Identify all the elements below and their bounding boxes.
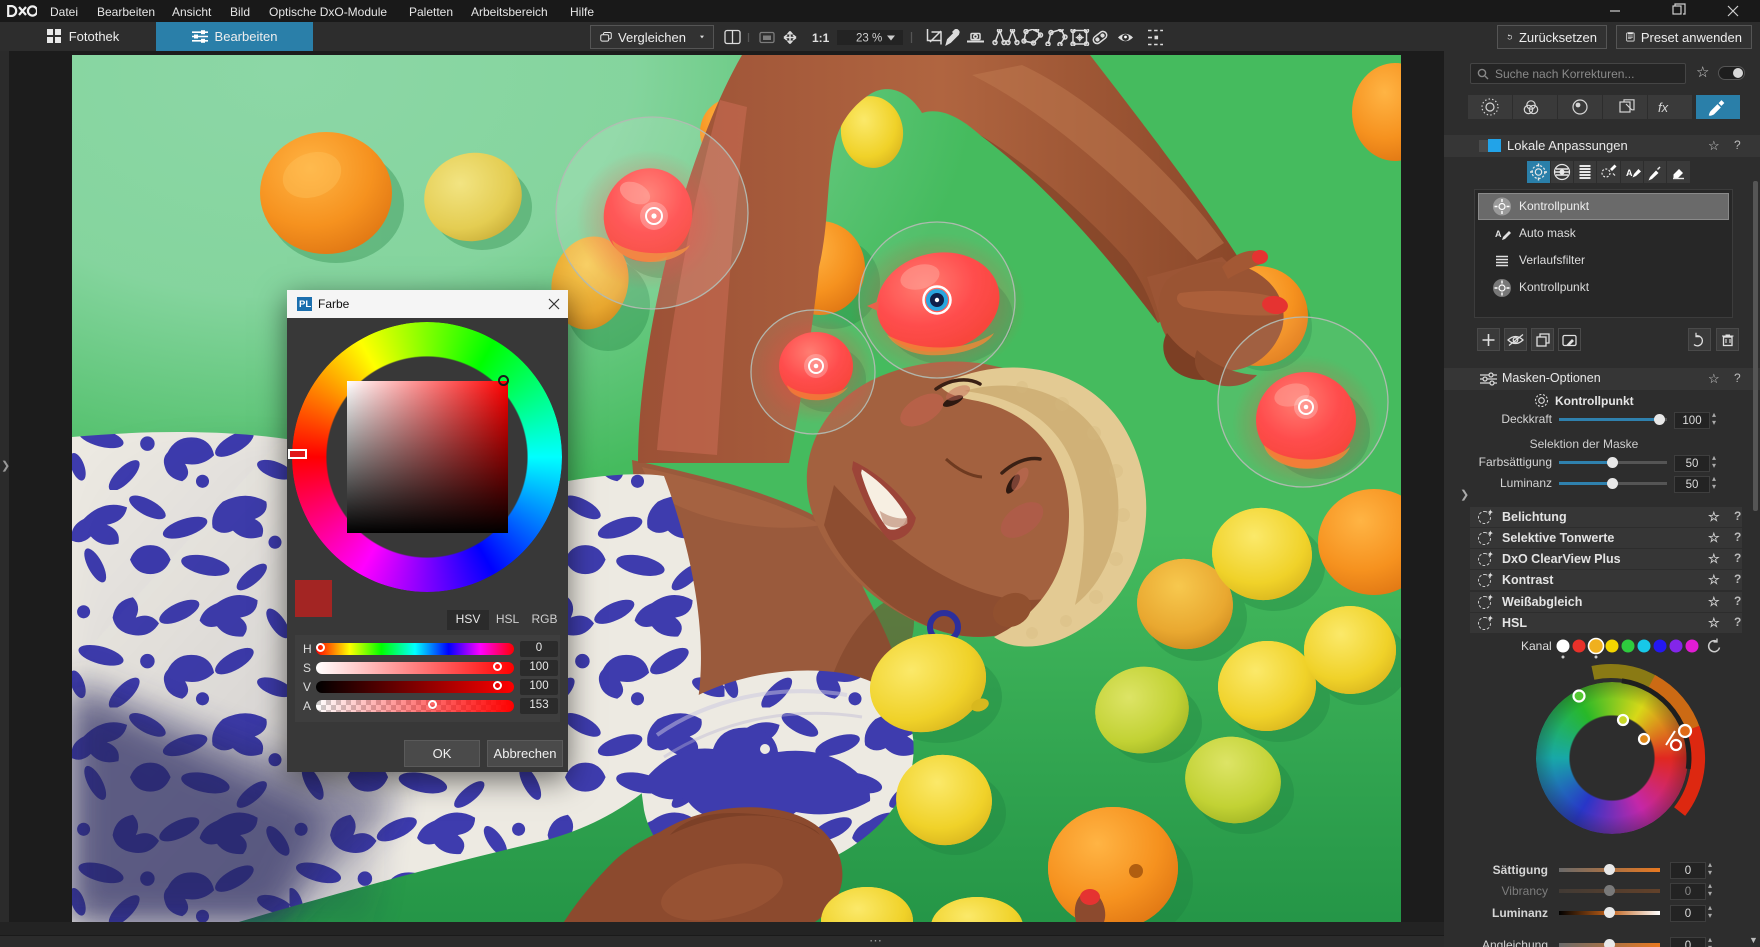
- svg-text:fx: fx: [1658, 100, 1669, 115]
- svg-text:A: A: [1626, 168, 1633, 178]
- svg-text:1:1: 1:1: [812, 31, 830, 45]
- svg-text:23 %: 23 %: [856, 33, 882, 45]
- svg-text:A: A: [1495, 229, 1502, 239]
